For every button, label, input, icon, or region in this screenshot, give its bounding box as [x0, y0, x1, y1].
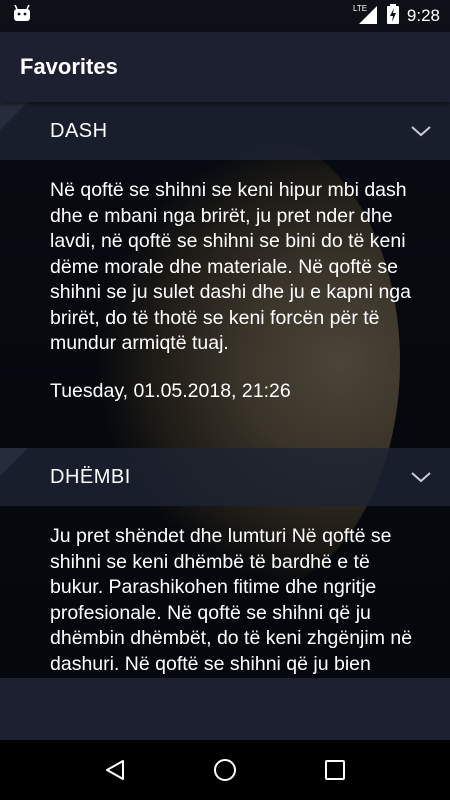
corner-decoration [0, 102, 28, 130]
chevron-down-icon[interactable] [410, 120, 432, 142]
favorite-body-dhembi: Ju pret shëndet dhe lumturi Në qoftë se … [0, 506, 450, 678]
corner-decoration [0, 448, 28, 476]
dream-description: Në qoftë se shihni se keni hipur mbi das… [50, 179, 411, 354]
network-label: LTE [353, 4, 367, 13]
recents-icon[interactable] [310, 745, 360, 795]
page-title: Favorites [20, 54, 118, 79]
bottom-panel [0, 678, 450, 740]
android-icon [12, 4, 32, 28]
favorite-title: DHËMBI [50, 465, 131, 488]
status-time: 9:28 [406, 6, 440, 25]
favorites-list[interactable]: DASH Në qoftë se shihni se keni hipur mb… [0, 102, 450, 678]
battery-charging-icon [386, 3, 399, 29]
home-icon[interactable] [200, 745, 250, 795]
dream-description: Ju pret shëndet dhe lumturi Në qoftë se … [50, 525, 413, 675]
favorite-header-dash[interactable]: DASH [0, 102, 450, 160]
status-bar: LTE 9:28 [0, 0, 450, 32]
favorite-body-dash: Në qoftë se shihni se keni hipur mbi das… [0, 160, 450, 448]
favorite-header-dhembi[interactable]: DHËMBI [0, 448, 450, 506]
dream-date: Tuesday, 01.05.2018, 21:26 [50, 379, 291, 402]
chevron-down-icon[interactable] [410, 466, 432, 488]
navigation-bar [0, 740, 450, 800]
app-bar: Favorites [0, 32, 450, 102]
back-icon[interactable] [90, 745, 140, 795]
lte-signal-icon: LTE [353, 4, 379, 29]
favorite-title: DASH [50, 119, 108, 142]
